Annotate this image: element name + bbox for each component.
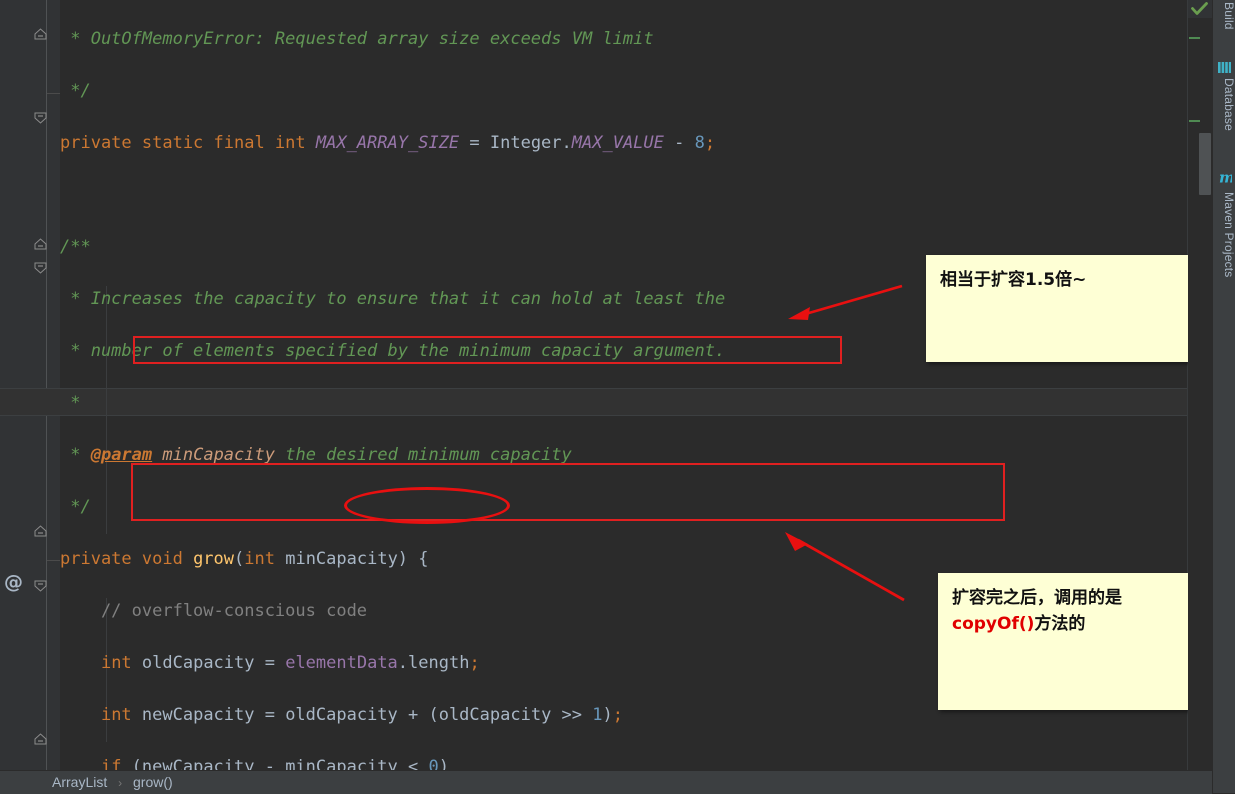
- fold-marker-icon[interactable]: [33, 732, 48, 747]
- tool-window-tab-build-label: Build: [1222, 2, 1235, 30]
- database-icon: [1218, 62, 1231, 73]
- fold-marker-icon[interactable]: [33, 524, 48, 539]
- error-stripe-mark[interactable]: [1189, 120, 1200, 122]
- breadcrumb-bar: ArrayList › grow(): [0, 770, 1212, 794]
- note-top: 相当于扩容1.5倍~: [926, 255, 1210, 362]
- code-line: // overflow-conscious code: [60, 601, 368, 621]
- breadcrumb-separator: ›: [118, 776, 123, 790]
- fold-marker-icon[interactable]: [33, 260, 48, 275]
- code-line: int newCapacity = oldCapacity + (oldCapa…: [100, 705, 623, 725]
- breadcrumb-item-method[interactable]: grow(): [133, 774, 173, 790]
- maven-icon: m: [1219, 169, 1232, 187]
- tool-window-tab-database[interactable]: Database: [1213, 78, 1235, 148]
- code-line: */: [60, 497, 91, 517]
- breadcrumb[interactable]: ArrayList › grow(): [52, 774, 173, 790]
- code-line: * OutOfMemoryError: Requested array size…: [60, 29, 654, 49]
- tool-window-tab-database-label: Database: [1222, 78, 1235, 131]
- code-line: private static final int MAX_ARRAY_SIZE …: [60, 133, 716, 153]
- idea-editor-window: @ * OutOfMemoryError: Requested array si…: [0, 0, 1235, 794]
- code-line: * @param minCapacity the desired minimum…: [60, 445, 572, 465]
- fold-marker-icon[interactable]: [33, 110, 48, 125]
- editor-gutter[interactable]: [0, 0, 60, 770]
- fold-marker-icon[interactable]: [33, 237, 48, 252]
- error-stripe-panel[interactable]: [1188, 0, 1212, 770]
- tool-window-tab-maven[interactable]: Maven Projects: [1213, 192, 1235, 304]
- note-bottom-method: copyOf(): [952, 614, 1035, 634]
- svg-text:m: m: [1219, 169, 1232, 187]
- note-bottom-suffix: 方法的: [1034, 614, 1086, 634]
- note-bottom: 扩容完之后，调用的是 copyOf()方法的: [938, 573, 1190, 710]
- breadcrumb-item-class[interactable]: ArrayList: [52, 774, 107, 790]
- note-bottom-line1: 扩容完之后，调用的是: [952, 588, 1122, 608]
- note-top-text: 相当于扩容1.5倍~: [940, 270, 1087, 290]
- editor-scrollbar-thumb[interactable]: [1199, 133, 1211, 195]
- right-tool-window-bar[interactable]: Build Database m Maven Projects: [1212, 0, 1235, 793]
- source-code[interactable]: * OutOfMemoryError: Requested array size…: [60, 0, 725, 770]
- fold-marker-icon[interactable]: [33, 27, 48, 42]
- annotation-at-icon[interactable]: @: [4, 573, 23, 592]
- code-line: private void grow(int minCapacity) {: [60, 549, 429, 569]
- code-line: * number of elements specified by the mi…: [60, 341, 726, 361]
- note-bottom-line2: copyOf()方法的: [952, 611, 1176, 637]
- code-line: *: [60, 393, 81, 413]
- code-line: * Increases the capacity to ensure that …: [60, 289, 726, 309]
- error-stripe-mark[interactable]: [1189, 37, 1200, 39]
- tool-window-tab-maven-label: Maven Projects: [1222, 192, 1235, 278]
- code-line: int oldCapacity = elementData.length;: [100, 653, 480, 673]
- error-stripe-track[interactable]: [1188, 18, 1212, 770]
- code-line: */: [60, 81, 91, 101]
- breadcrumb-gutter-spacer: [0, 771, 47, 794]
- checkmark-icon[interactable]: [1191, 2, 1208, 17]
- fold-marker-icon[interactable]: [33, 578, 48, 593]
- code-line: if (newCapacity - minCapacity < 0): [100, 757, 449, 770]
- code-line: /**: [60, 237, 91, 257]
- tool-window-tab-build[interactable]: Build: [1213, 2, 1235, 48]
